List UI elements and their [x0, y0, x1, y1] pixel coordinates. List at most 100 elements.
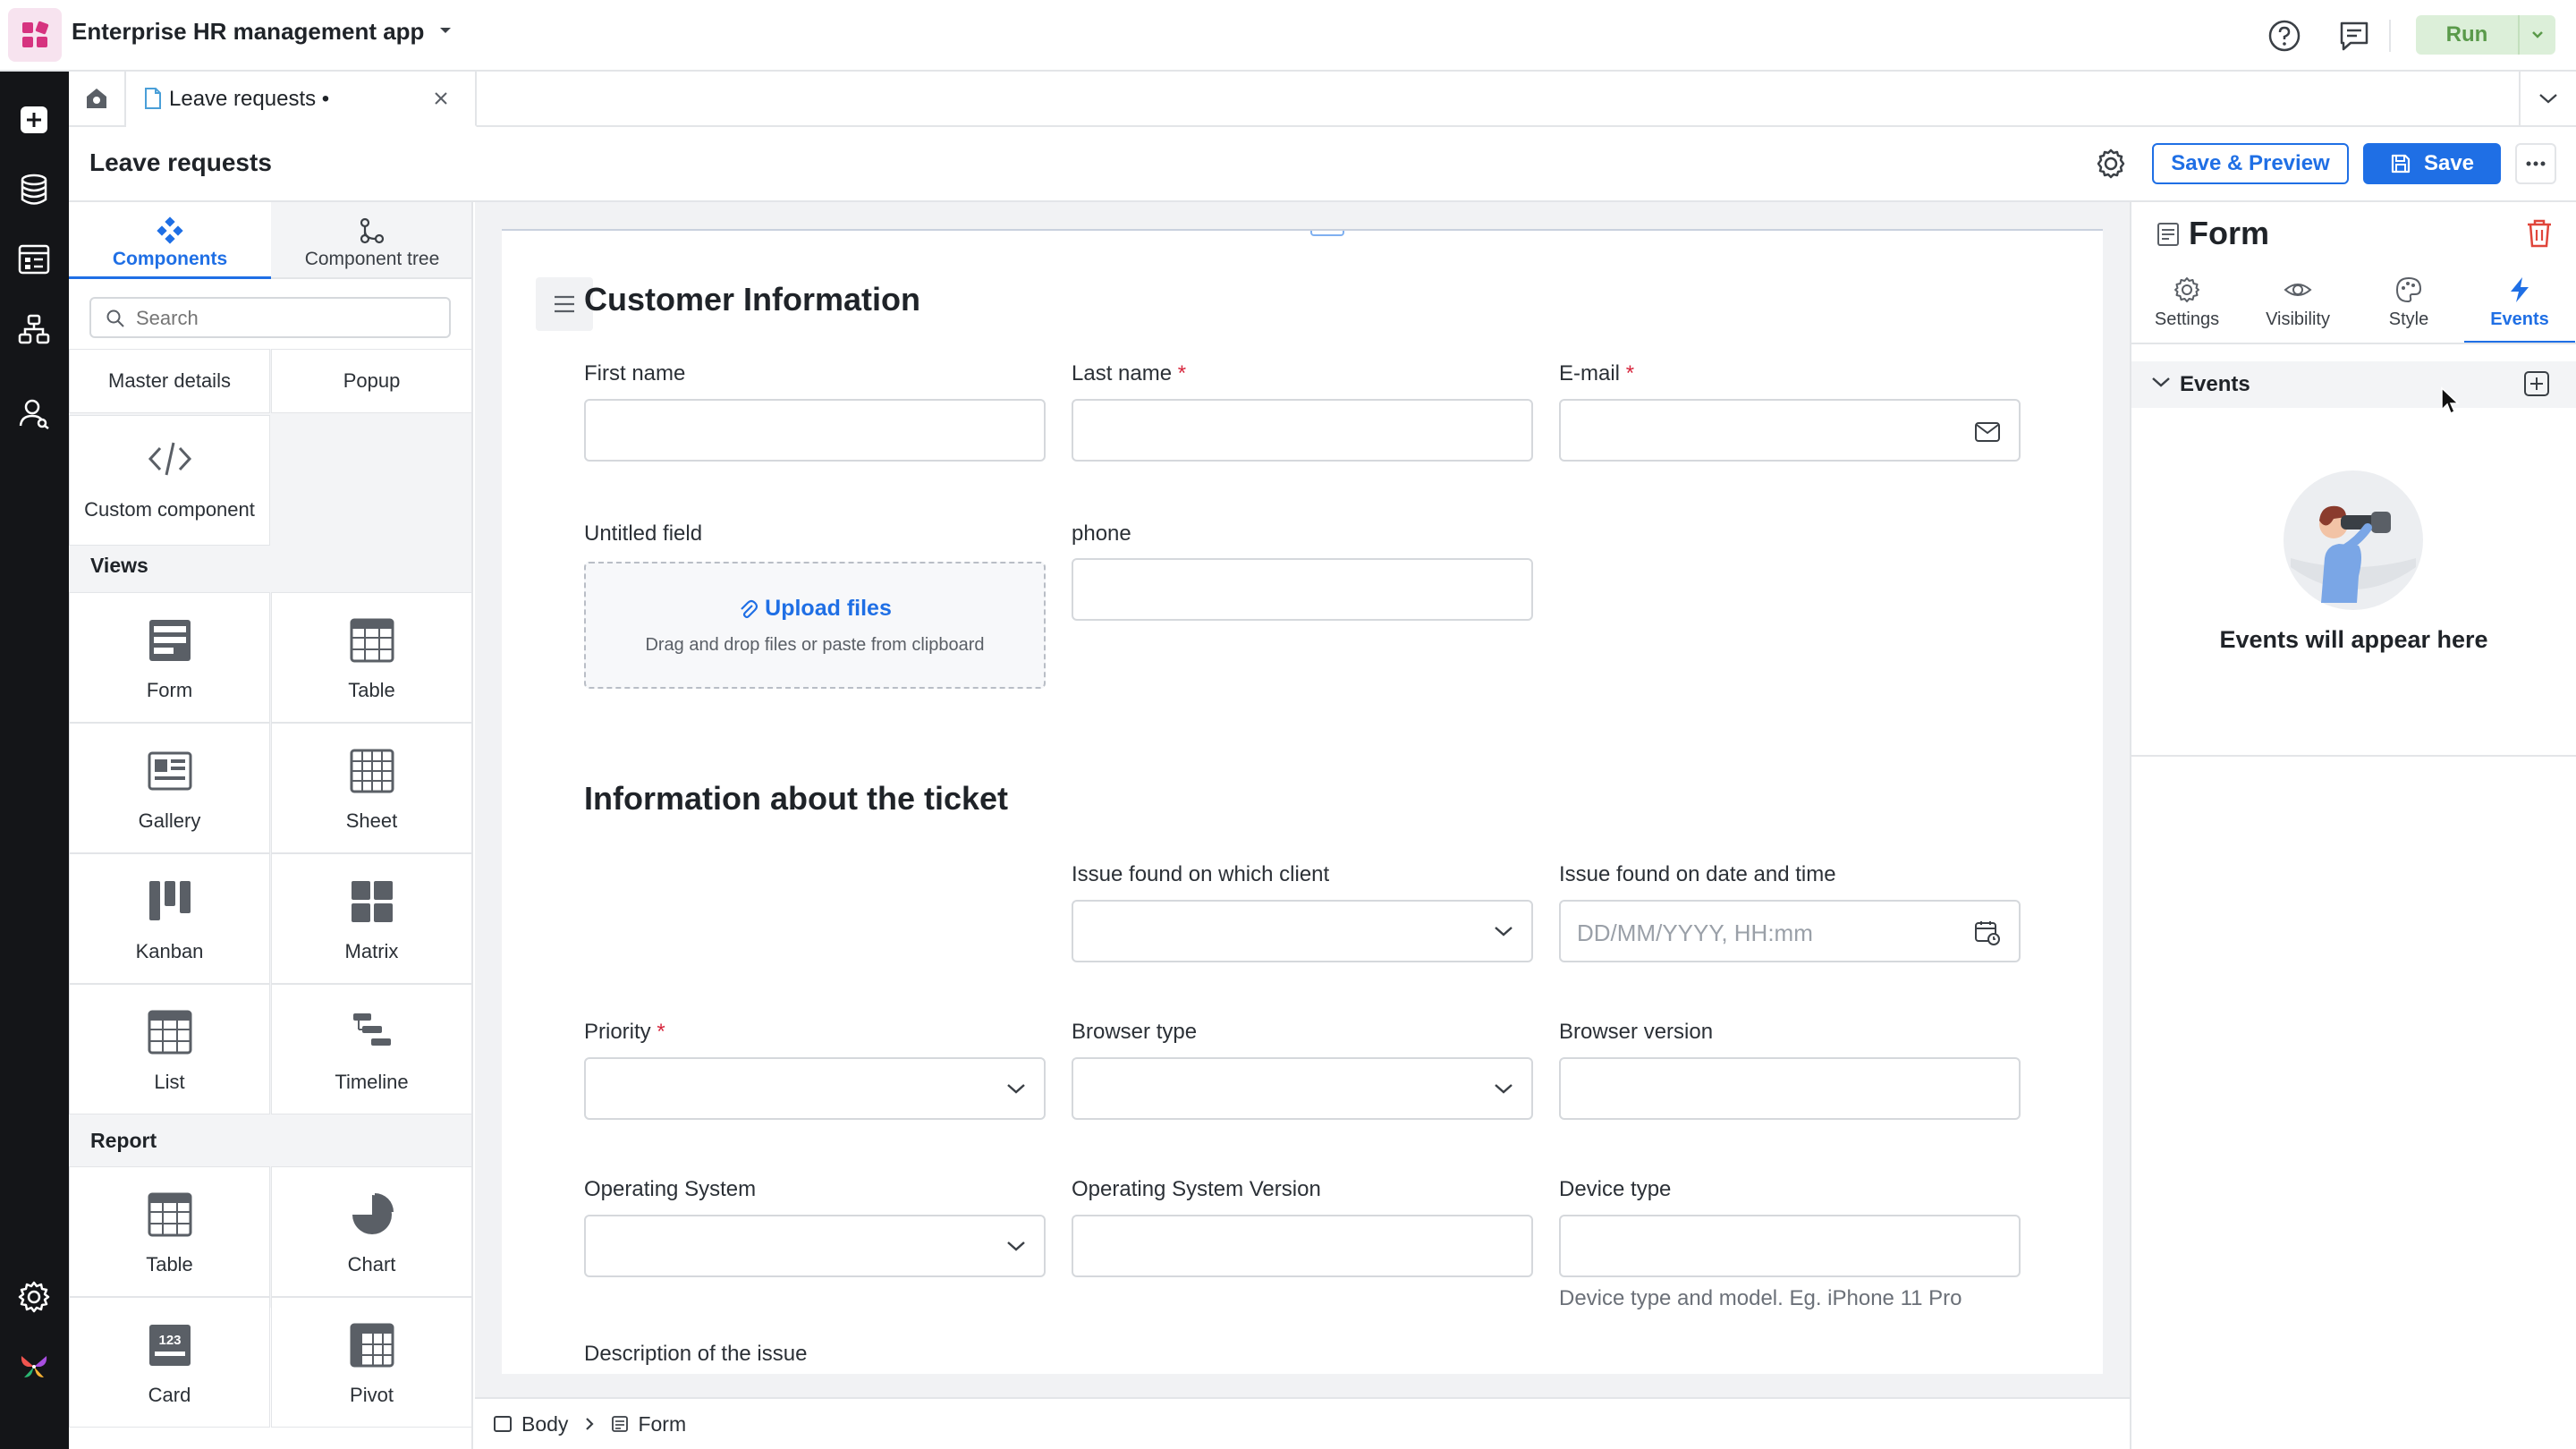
priority-select[interactable]	[584, 1057, 1046, 1120]
save-label[interactable]: Save	[2424, 151, 2474, 176]
comments-icon[interactable]	[2334, 16, 2374, 55]
tab-label[interactable]: Visibility	[2242, 309, 2353, 330]
tab-style[interactable]: Style	[2353, 265, 2464, 343]
events-header-label[interactable]: Events	[2180, 372, 2250, 397]
tile-master-details[interactable]: Master details	[69, 349, 270, 413]
events-section-header[interactable]: Events	[2131, 361, 2576, 408]
matrix-icon	[272, 879, 471, 924]
tab-leave-requests[interactable]: Leave requests •	[126, 72, 477, 127]
calendar-clock-icon[interactable]	[1974, 919, 2001, 946]
field-label: Last name *	[1072, 361, 1186, 386]
home-tab-icon[interactable]	[69, 72, 126, 125]
trash-icon[interactable]	[2525, 218, 2554, 249]
save-button[interactable]: Save	[2363, 143, 2501, 184]
tab-visibility[interactable]: Visibility	[2242, 265, 2353, 343]
component-search-field[interactable]	[89, 297, 451, 338]
search-input[interactable]	[136, 306, 440, 331]
os-version-field[interactable]	[1072, 1215, 1533, 1277]
breadcrumb-body[interactable]: Body	[493, 1412, 568, 1436]
tile-form[interactable]: Form	[69, 592, 270, 723]
tile-table[interactable]: Table	[271, 592, 471, 723]
save-and-preview-button[interactable]: Save & Preview	[2152, 143, 2349, 184]
tile-report-table[interactable]: Table	[69, 1166, 270, 1297]
breadcrumb-label[interactable]: Form	[638, 1412, 686, 1436]
tab-label[interactable]: Leave requests •	[169, 87, 329, 112]
breadcrumb-form[interactable]: Form	[611, 1412, 686, 1436]
components-panel: Components Component tree Master details…	[69, 202, 473, 1449]
tile-kanban[interactable]: Kanban	[69, 853, 270, 984]
users-icon[interactable]	[14, 394, 54, 433]
page-title: Leave requests	[89, 148, 272, 176]
tile-label: Timeline	[335, 1071, 409, 1093]
tile-matrix[interactable]: Matrix	[271, 853, 471, 984]
form-doc-icon	[611, 1415, 629, 1433]
upload-title-text[interactable]: Upload files	[765, 596, 892, 622]
tab-label[interactable]: Events	[2464, 309, 2575, 330]
tab-events[interactable]: Events	[2464, 265, 2575, 343]
breadcrumb-label[interactable]: Body	[521, 1412, 568, 1436]
caret-down-icon[interactable]	[438, 25, 453, 36]
events-empty-text: Events will appear here	[2219, 626, 2488, 653]
tile-label: Kanban	[135, 940, 204, 962]
tab-components[interactable]: Components	[69, 202, 271, 279]
tile-label: Pivot	[350, 1384, 394, 1406]
issue-date-field[interactable]: DD/MM/YYYY, HH:mm	[1559, 900, 2021, 962]
gear-icon	[2131, 275, 2242, 304]
views-section-title: Views	[90, 554, 148, 577]
database-icon[interactable]	[14, 170, 54, 209]
app-logo-icon[interactable]	[8, 8, 62, 62]
add-icon[interactable]	[14, 100, 54, 140]
tab-components-label[interactable]: Components	[69, 249, 271, 270]
first-name-field[interactable]	[584, 399, 1046, 462]
app-title[interactable]: Enterprise HR management app	[72, 18, 424, 46]
run-label[interactable]: Run	[2416, 15, 2518, 55]
tile-gallery[interactable]: Gallery	[69, 723, 270, 853]
tile-popup[interactable]: Popup	[271, 349, 471, 413]
phone-field[interactable]	[1072, 558, 1533, 621]
tab-tree-label[interactable]: Component tree	[271, 249, 471, 270]
tile-sheet[interactable]: Sheet	[271, 723, 471, 853]
tile-card[interactable]: 123 Card	[69, 1297, 270, 1428]
binoculars-illustration-icon	[2282, 469, 2425, 612]
field-label: Device type	[1559, 1177, 1672, 1201]
pages-icon[interactable]	[14, 240, 54, 279]
close-icon[interactable]	[430, 88, 452, 109]
tab-label[interactable]: Settings	[2131, 309, 2242, 330]
field-label-text: Priority	[584, 1020, 651, 1044]
tab-label[interactable]: Style	[2353, 309, 2464, 330]
page-settings-gear-icon[interactable]	[2091, 143, 2131, 184]
settings-gear-icon[interactable]	[14, 1277, 54, 1317]
browser-version-field[interactable]	[1559, 1057, 2021, 1120]
tile-label: List	[154, 1071, 185, 1093]
tab-settings[interactable]: Settings	[2131, 265, 2242, 343]
tile-pivot[interactable]: Pivot	[271, 1297, 471, 1428]
body-square-icon	[493, 1415, 513, 1433]
tile-label: Gallery	[138, 809, 201, 832]
workflow-icon[interactable]	[14, 309, 54, 349]
field-label: Description of the issue	[584, 1342, 808, 1366]
last-name-field[interactable]	[1072, 399, 1533, 462]
tile-chart[interactable]: Chart	[271, 1166, 471, 1297]
required-marker: *	[1177, 361, 1187, 386]
tile-list[interactable]: List	[69, 984, 270, 1114]
email-field[interactable]	[1559, 399, 2021, 462]
form-canvas[interactable]: Customer Information First name Last nam…	[502, 229, 2103, 1374]
help-icon[interactable]	[2265, 16, 2304, 55]
chevron-down-icon[interactable]	[2151, 376, 2171, 388]
run-button[interactable]: Run	[2416, 15, 2555, 55]
operating-system-select[interactable]	[584, 1215, 1046, 1277]
tile-custom-component[interactable]: Custom component	[69, 415, 270, 546]
pivot-icon	[272, 1323, 471, 1368]
file-upload-dropzone[interactable]: Upload files Drag and drop files or past…	[584, 562, 1046, 689]
tab-component-tree[interactable]: Component tree	[271, 202, 471, 279]
upload-files-link[interactable]: Upload files	[586, 596, 1044, 622]
tile-timeline[interactable]: Timeline	[271, 984, 471, 1114]
more-options-icon[interactable]	[2515, 143, 2556, 184]
field-label: Issue found on date and time	[1559, 862, 1836, 886]
browser-type-select[interactable]	[1072, 1057, 1533, 1120]
tabs-overflow-chevron-icon[interactable]	[2519, 72, 2576, 125]
run-options-chevron-icon[interactable]	[2518, 15, 2555, 55]
add-event-icon[interactable]	[2521, 369, 2552, 399]
device-type-field[interactable]	[1559, 1215, 2021, 1277]
issue-client-select[interactable]	[1072, 900, 1533, 962]
